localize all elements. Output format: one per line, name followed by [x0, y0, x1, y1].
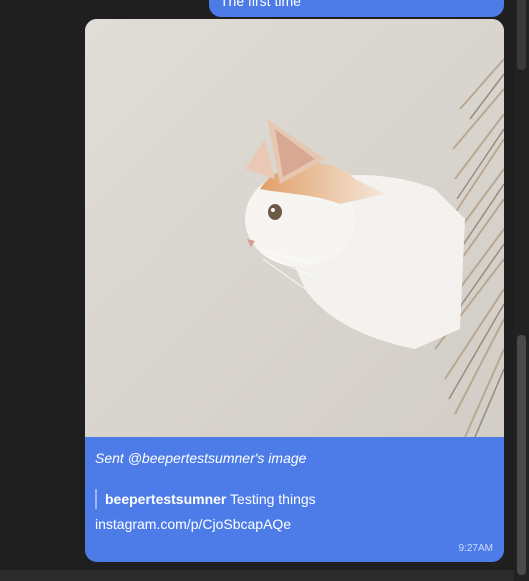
scrollbar-thumb[interactable]	[517, 335, 526, 575]
previous-message-bubble: The first time	[209, 0, 504, 17]
quoted-post: beepertestsumner Testing things	[95, 489, 316, 509]
previous-message-text: The first time	[220, 0, 301, 9]
image-caption: Sent @beepertestsumner's image	[95, 450, 307, 466]
message-bubble: Sent @beepertestsumner's image beepertes…	[85, 19, 504, 562]
composer-edge	[0, 570, 514, 581]
quote-author: beepertestsumner	[105, 491, 227, 507]
message-image[interactable]	[85, 19, 504, 437]
scrollbar[interactable]	[514, 0, 529, 581]
message-timestamp: 9:27AM	[458, 543, 493, 554]
quote-text: Testing things	[230, 491, 316, 507]
instagram-link[interactable]: instagram.com/p/CjoSbcapAQe	[95, 516, 291, 532]
cat-photo-icon	[85, 19, 504, 437]
scrollbar-top-segment	[517, 0, 526, 70]
